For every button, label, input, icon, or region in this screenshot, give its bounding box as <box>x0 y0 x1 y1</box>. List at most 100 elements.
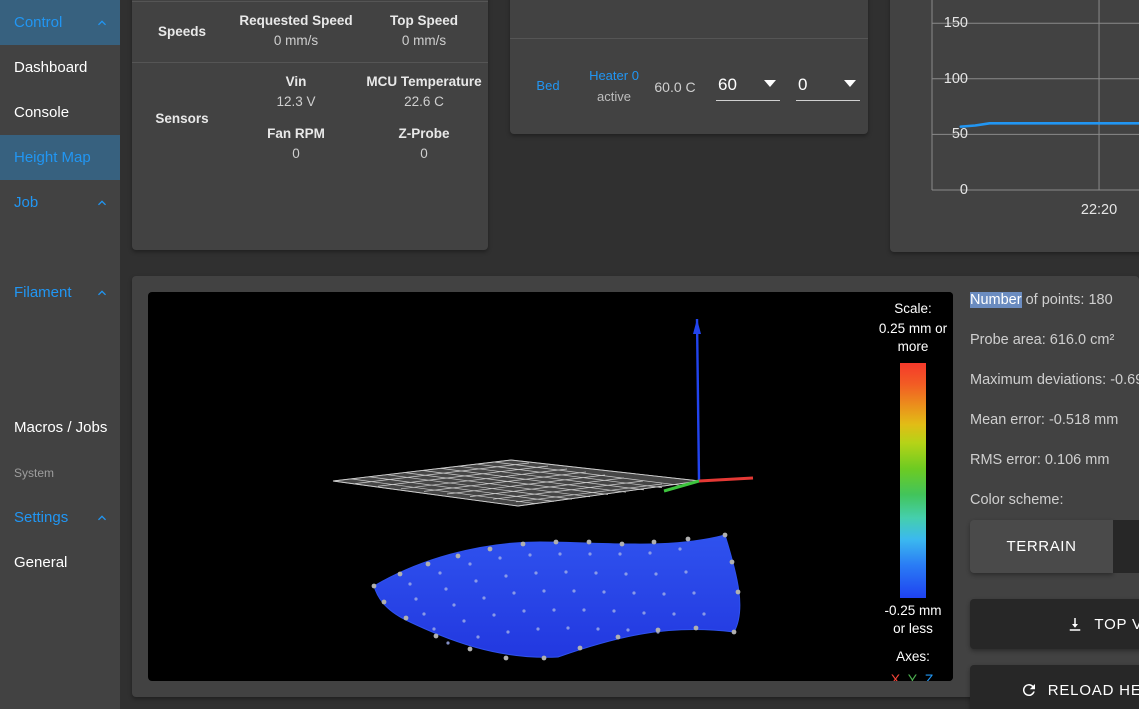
main-content: Extruder Drives Drive 0 0.0 Speeds Reque… <box>120 0 1139 709</box>
sidebar-item-macros[interactable]: Macros / Jobs <box>0 405 120 450</box>
heater-status-bed[interactable]: Heater 0 active <box>586 62 642 110</box>
axis-y-label: Y <box>907 671 919 681</box>
scale-title: Scale: <box>894 301 932 316</box>
bed-active-temp-value: 60 <box>718 74 737 94</box>
status-row: Extruder Drives Drive 0 0.0 Speeds Reque… <box>120 0 1139 252</box>
bed-active-temp-select[interactable]: 60 <box>716 73 780 101</box>
sidebar-item-general[interactable]: General <box>0 540 120 585</box>
sidebar-section-job[interactable]: Job <box>0 180 120 225</box>
chevron-up-icon <box>94 15 110 31</box>
chart-y-tick: 50 <box>951 126 968 143</box>
chart-x-tick: 22:20 <box>1080 202 1118 218</box>
temperature-chart-card: 05010015020025022:20 <box>890 0 1139 252</box>
heater-state: active <box>597 88 631 104</box>
scale-legend: Scale: 0.25 mm or more -0.25 mm or less … <box>873 292 953 681</box>
cell-mcu-temperature: MCU Temperature 22.6 C <box>360 63 488 124</box>
axis-z-label: Z <box>924 671 936 681</box>
cell-value: 0 mm/s <box>401 32 447 48</box>
cell-head: Requested Speed <box>239 12 353 28</box>
height-map-card: Scale: 0.25 mm or more -0.25 mm or less … <box>132 276 1139 709</box>
row-label: Speeds <box>157 23 207 39</box>
top-view-button-label: TOP VIEW <box>1094 615 1139 633</box>
num-points-rest: of points: 180 <box>1021 292 1113 308</box>
machine-status-card: Extruder Drives Drive 0 0.0 Speeds Reque… <box>132 0 488 250</box>
cell-requested-speed: Requested Speed 0 mm/s <box>232 2 360 63</box>
cell-vin: Vin 12.3 V <box>232 63 360 124</box>
table-row: Speeds Requested Speed 0 mm/s Top Speed … <box>132 0 488 63</box>
max-deviations-line: Maximum deviations: -0.69 <box>970 372 1139 388</box>
chevron-down-icon <box>844 79 856 87</box>
rms-error-line: RMS error: 0.106 mm <box>970 452 1110 468</box>
row-cells: Vin 12.3 V MCU Temperature 22.6 C Fan RP… <box>232 63 488 175</box>
cell-value: 0 mm/s <box>273 32 319 48</box>
chevron-down-icon <box>764 79 776 87</box>
color-scheme-toggle-group: TERRAIN <box>970 520 1139 573</box>
cell-head: Z-Probe <box>398 125 450 141</box>
chart-y-tick: 100 <box>943 70 968 87</box>
refresh-icon <box>1020 681 1038 699</box>
cell-drive-0: Drive 0 0.0 <box>232 0 488 1</box>
sidebar-item-height-map-label: Height Map <box>14 149 91 166</box>
cell-head: Top Speed <box>389 12 458 28</box>
height-map-3d-view[interactable]: Scale: 0.25 mm or more -0.25 mm or less … <box>148 292 953 681</box>
sidebar-section-filament-label: Filament <box>14 284 72 301</box>
cell-top-speed: Top Speed 0 mm/s <box>360 2 488 63</box>
tool-name-bed[interactable]: Bed <box>510 72 586 100</box>
cell-value: 12.3 V <box>276 94 316 110</box>
cell-z-probe: Z-Probe 0 <box>360 124 488 176</box>
row-label: Extruder Drives <box>132 0 232 1</box>
sidebar-item-dashboard-label: Dashboard <box>14 59 88 76</box>
tool-row-bed: Bed Heater 0 active 60.0 C 60 0 <box>510 38 868 134</box>
table-row: Extruder Drives Drive 0 0.0 <box>132 0 488 1</box>
tool-row-t0: T0 - Load Filament 1 active 210.0 C 210 … <box>510 0 868 38</box>
num-points-line: Number of points: 180 <box>970 292 1139 308</box>
reload-height-map-button-label: RELOAD HEIGHT MAP <box>1047 681 1139 699</box>
height-map-page: Control Dashboard Console Height Map Job… <box>0 0 1139 709</box>
cell-head: Fan RPM <box>267 125 325 141</box>
color-scheme-alt-button[interactable] <box>1113 520 1139 573</box>
sidebar-item-console-label: Console <box>14 104 70 121</box>
sidebar-item-console[interactable]: Console <box>0 90 120 135</box>
bed-standby-temp-select[interactable]: 0 <box>796 73 860 101</box>
sidebar-section-job-label: Job <box>14 194 39 211</box>
row-label: Sensors <box>155 111 209 127</box>
table-row: Sensors Vin 12.3 V MCU Temperature 22.6 … <box>132 62 488 175</box>
sidebar-item-dashboard[interactable]: Dashboard <box>0 45 120 90</box>
scale-bottom-label: -0.25 mm or less <box>884 602 942 636</box>
heater-index: Heater 0 <box>589 68 639 84</box>
cell-value: 0 <box>292 145 300 161</box>
chart-y-tick: 150 <box>943 15 968 32</box>
sidebar-section-settings-label: Settings <box>14 509 69 526</box>
sidebar-item-system-label: System <box>14 465 55 480</box>
reload-height-map-button[interactable]: RELOAD HEIGHT MAP <box>970 665 1139 709</box>
cell-fan-rpm: Fan RPM 0 <box>232 124 360 176</box>
sidebar-item-height-map[interactable]: Height Map <box>0 135 120 180</box>
axis-x-label: X <box>890 671 903 681</box>
sidebar-section-control[interactable]: Control <box>0 0 120 45</box>
sidebar-section-settings[interactable]: Settings <box>0 495 120 540</box>
num-points-selected-word: Number <box>970 292 1022 308</box>
axes-title: Axes: <box>896 649 930 665</box>
sidebar: Control Dashboard Console Height Map Job… <box>0 0 120 709</box>
sidebar-item-system[interactable]: System <box>0 450 120 495</box>
chevron-up-icon <box>94 285 110 301</box>
sidebar-item-general-label: General <box>14 554 68 571</box>
tools-heaters-card: T0 - Load Filament 1 active 210.0 C 210 … <box>510 0 868 134</box>
temperature-chart[interactable]: 05010015020025022:20 <box>890 0 1139 252</box>
probe-area-line: Probe area: 616.0 cm² <box>970 332 1115 348</box>
cell-value: 22.6 C <box>404 94 444 110</box>
mean-error-line: Mean error: -0.518 mm <box>970 412 1119 428</box>
row-cells: Requested Speed 0 mm/s Top Speed 0 mm/s <box>232 2 488 63</box>
color-scheme-terrain-button[interactable]: TERRAIN <box>970 520 1113 573</box>
bed-current-temp: 60.0 C <box>654 78 696 95</box>
sidebar-section-filament[interactable]: Filament <box>0 270 120 315</box>
bed-standby-temp-value: 0 <box>798 74 808 94</box>
top-view-button[interactable]: TOP VIEW <box>970 599 1139 649</box>
row-cells: Drive 0 0.0 <box>232 0 488 1</box>
sidebar-item-macros-label: Macros / Jobs <box>14 419 108 436</box>
color-scheme-label: Color scheme: <box>970 492 1064 508</box>
cell-value: 0 <box>420 145 428 161</box>
mesh-render <box>332 318 754 661</box>
scale-top-label: 0.25 mm or more <box>878 321 948 355</box>
